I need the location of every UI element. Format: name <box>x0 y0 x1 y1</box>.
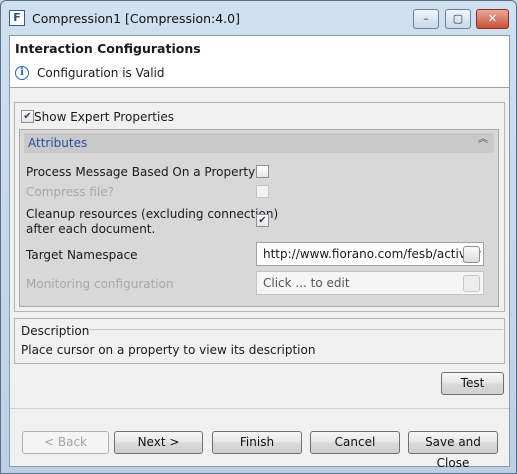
process-by-property-label: Process Message Based On a Property <box>26 165 256 179</box>
monitoring-configuration-label: Monitoring configuration <box>26 277 174 291</box>
test-button[interactable]: Test <box>441 372 504 395</box>
target-namespace-label: Target Namespace <box>26 248 138 262</box>
cleanup-resources-label-line2: after each document. <box>26 222 156 236</box>
description-text: Place cursor on a property to view its d… <box>21 343 316 357</box>
finish-button[interactable]: Finish <box>212 431 302 454</box>
monitoring-configuration-field: Click ... to edit <box>256 271 484 295</box>
save-and-close-button[interactable]: Save and Close <box>408 431 498 470</box>
fiorano-app-icon: F <box>9 10 25 26</box>
info-icon: i <box>15 66 29 80</box>
cleanup-resources-label-line1: Cleanup resources (excluding connection) <box>26 207 279 221</box>
maximize-button[interactable]: ▢ <box>445 9 471 29</box>
dialog-window: F Compression1 [Compression:4.0] – ▢ ✕ I… <box>0 0 517 474</box>
window-title: Compression1 [Compression:4.0] <box>32 11 240 26</box>
process-by-property-checkbox[interactable] <box>256 165 269 178</box>
monitoring-configuration-edit-button <box>463 275 480 292</box>
description-title: Description <box>21 324 90 338</box>
description-panel: Description Place cursor on a property t… <box>14 318 505 364</box>
title-bar[interactable]: F Compression1 [Compression:4.0] – ▢ ✕ <box>1 1 516 35</box>
attributes-title: Attributes <box>28 136 88 150</box>
cancel-button[interactable]: Cancel <box>310 431 400 454</box>
next-button[interactable]: Next > <box>114 431 203 454</box>
validation-status: Configuration is Valid <box>37 66 165 80</box>
compress-file-label: Compress file? <box>26 185 115 199</box>
show-expert-checkbox[interactable]: ✔ <box>21 110 34 123</box>
attributes-group: Attributes ︽ Process Message Based On a … <box>19 129 499 307</box>
collapse-chevron-icon[interactable]: ︽ <box>478 135 488 145</box>
attributes-header[interactable]: Attributes ︽ <box>24 133 494 153</box>
dialog-client-area: Interaction Configurations i Configurati… <box>9 35 510 470</box>
compress-file-checkbox <box>256 185 269 198</box>
back-button: < Back <box>22 431 109 454</box>
properties-panel: ✔ Show Expert Properties Attributes ︽ Pr… <box>14 102 505 312</box>
wizard-header: Interaction Configurations i Configurati… <box>10 36 509 88</box>
minimize-button[interactable]: – <box>413 9 439 29</box>
description-divider <box>79 329 503 330</box>
button-bar-separator <box>10 408 509 409</box>
page-title: Interaction Configurations <box>15 41 201 56</box>
target-namespace-field[interactable]: http://www.fiorano.com/fesb/activity <box>256 242 484 266</box>
close-button[interactable]: ✕ <box>476 9 509 29</box>
target-namespace-edit-button[interactable] <box>463 246 480 263</box>
show-expert-label[interactable]: Show Expert Properties <box>34 110 174 124</box>
cleanup-resources-checkbox[interactable]: ✔ <box>256 214 269 227</box>
